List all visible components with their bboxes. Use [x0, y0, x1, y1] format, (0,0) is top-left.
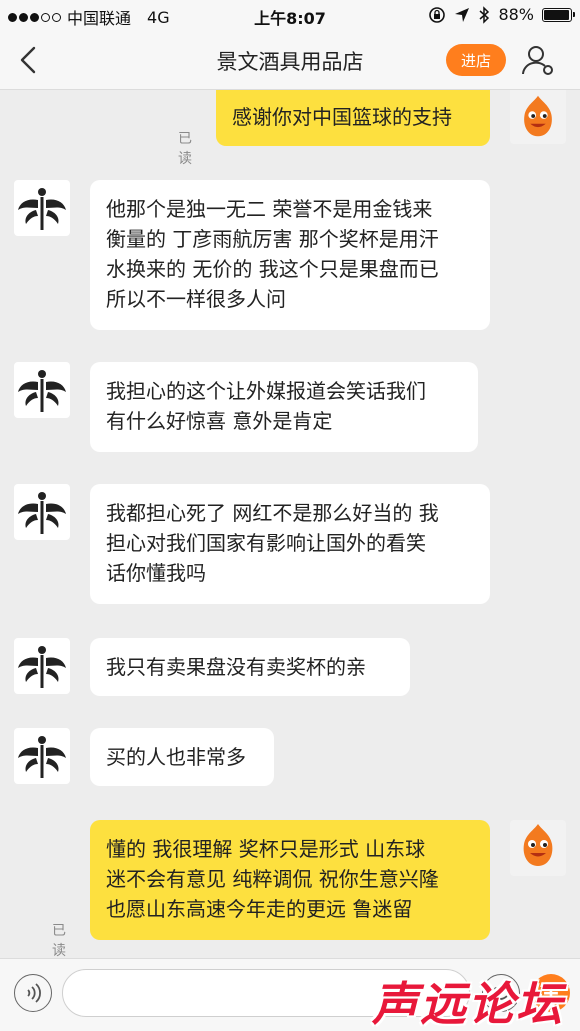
message-line: 我都担心死了 网红不是那么好当的 我: [106, 501, 439, 525]
mascot-avatar-icon: [524, 95, 552, 137]
forum-watermark: 声远论坛: [372, 977, 564, 1031]
message-bubble[interactable]: 他那个是独一无二 荣誉不是用金钱来 衡量的 丁彦雨航厉害 那个奖杯是用汗 水换来…: [90, 180, 490, 330]
message-line: 话你懂我吗: [106, 561, 206, 585]
bluetooth-icon: [479, 5, 490, 24]
message-line: 买的人也非常多: [106, 745, 246, 769]
message-line: 感谢你对中国篮球的支持: [232, 105, 452, 129]
message-line: 也愿山东高速今年走的更远 鲁迷留: [106, 897, 413, 921]
mascot-avatar-icon: [523, 824, 553, 866]
store-avatar[interactable]: [14, 484, 70, 540]
voice-input-button[interactable]: [14, 974, 52, 1012]
voice-wave-icon: [27, 983, 41, 1003]
status-right: 88%: [428, 5, 575, 24]
message-bubble[interactable]: 我只有卖果盘没有卖奖杯的亲: [90, 638, 410, 696]
store-avatar[interactable]: [14, 180, 70, 236]
my-avatar[interactable]: [510, 820, 566, 876]
message-bubble[interactable]: 我担心的这个让外媒报道会笑话我们 有什么好惊喜 意外是肯定: [90, 362, 478, 452]
message-line: 水换来的 无价的 我这个只是果盘而已: [106, 257, 439, 281]
message-line: 懂的 我很理解 奖杯只是形式 山东球: [106, 837, 426, 861]
message-bubble[interactable]: 感谢你对中国篮球的支持: [216, 90, 490, 146]
store-logo-icon: [18, 370, 66, 412]
message-line: 我只有卖果盘没有卖奖杯的亲: [106, 655, 366, 679]
message-bubble[interactable]: 买的人也非常多: [90, 728, 274, 786]
status-bar: 中国联通 4G 上午8:07 88%: [0, 0, 580, 30]
message-bubble[interactable]: 懂的 我很理解 奖杯只是形式 山东球 迷不会有意见 纯粹调侃 祝你生意兴隆 也愿…: [90, 820, 490, 940]
message-bubble[interactable]: 我都担心死了 网红不是那么好当的 我 担心对我们国家有影响让国外的看笑 话你懂我…: [90, 484, 490, 604]
my-avatar[interactable]: [510, 90, 566, 144]
location-arrow-icon: [455, 7, 470, 22]
enter-store-button[interactable]: 进店: [446, 44, 506, 76]
message-line: 有什么好惊喜 意外是肯定: [106, 409, 333, 433]
read-status: 已读: [52, 923, 66, 959]
message-line: 衡量的 丁彦雨航厉害 那个奖杯是用汗: [106, 227, 439, 251]
nav-bar: 景文酒具用品店 进店: [0, 30, 580, 90]
message-line: 担心对我们国家有影响让国外的看笑: [106, 531, 426, 555]
store-logo-icon: [18, 646, 66, 688]
store-logo-icon: [18, 736, 66, 778]
message-line: 我担心的这个让外媒报道会笑话我们: [106, 379, 426, 403]
store-logo-icon: [18, 188, 66, 230]
user-settings-icon: [522, 46, 553, 75]
store-logo-icon: [18, 492, 66, 534]
store-avatar[interactable]: [14, 362, 70, 418]
store-avatar[interactable]: [14, 728, 70, 784]
read-status: 已读: [178, 131, 192, 167]
store-avatar[interactable]: [14, 638, 70, 694]
message-line: 所以不一样很多人问: [106, 287, 286, 311]
message-line: 迷不会有意见 纯粹调侃 祝你生意兴隆: [106, 867, 439, 891]
battery-icon: [542, 7, 575, 22]
message-line: 他那个是独一无二 荣誉不是用金钱来: [106, 197, 433, 221]
battery-percent: 88%: [498, 5, 534, 24]
rotation-lock-icon: [429, 6, 446, 23]
profile-settings-button[interactable]: [518, 40, 558, 80]
